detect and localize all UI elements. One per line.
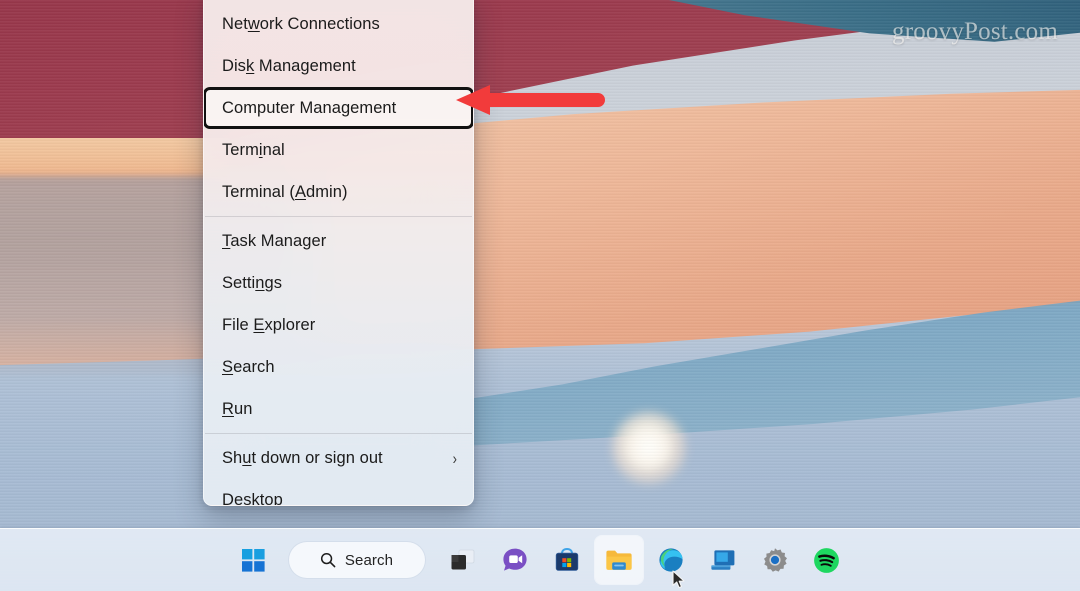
- desktop-wallpaper: [0, 0, 1080, 591]
- taskbar-items: Search: [230, 536, 851, 584]
- menu-item-label: Computer Management: [222, 98, 397, 117]
- search-icon: [320, 552, 336, 568]
- chat-button[interactable]: [491, 536, 539, 584]
- store-button[interactable]: [543, 536, 591, 584]
- menu-group-apps: Task Manager Settings File Explorer Sear…: [204, 220, 473, 430]
- menu-item-label: Network Connections: [222, 14, 380, 33]
- site-watermark: groovyPost.com: [892, 18, 1058, 45]
- task-view-button[interactable]: [439, 536, 487, 584]
- menu-item-run[interactable]: Run: [204, 388, 473, 430]
- menu-item-desktop[interactable]: Desktop: [204, 479, 473, 506]
- menu-item-label: Disk Management: [222, 56, 356, 75]
- search-box[interactable]: Search: [287, 541, 426, 579]
- menu-item-label: Shut down or sign out: [222, 448, 383, 467]
- menu-item-label: Terminal: [222, 140, 285, 159]
- menu-item-label: File Explorer: [222, 315, 316, 334]
- menu-item-disk-management[interactable]: Disk Management: [204, 45, 473, 87]
- menu-group-session: Shut down or sign out › Desktop: [204, 437, 473, 506]
- remote-desktop-button[interactable]: [699, 536, 747, 584]
- menu-item-task-manager[interactable]: Task Manager: [204, 220, 473, 262]
- menu-item-search[interactable]: Search: [204, 346, 473, 388]
- wallpaper-sun-orb-core: [628, 428, 670, 468]
- spotify-button[interactable]: [803, 536, 851, 584]
- search-label: Search: [344, 551, 394, 569]
- menu-item-shut-down-or-sign-out[interactable]: Shut down or sign out ›: [204, 437, 473, 479]
- chevron-right-icon: ›: [452, 448, 457, 468]
- file-explorer-button[interactable]: [594, 536, 643, 584]
- menu-item-label: Desktop: [222, 490, 283, 506]
- monitor-icon: [710, 550, 734, 570]
- edge-button[interactable]: [647, 536, 695, 584]
- menu-item-terminal[interactable]: Terminal: [204, 129, 473, 171]
- menu-separator: [205, 433, 472, 434]
- task-view-icon: [451, 549, 474, 570]
- menu-item-settings[interactable]: Settings: [204, 262, 473, 304]
- menu-item-label: Settings: [222, 273, 283, 292]
- menu-item-network-connections[interactable]: Network Connections: [204, 3, 473, 45]
- edge-icon: [658, 548, 683, 572]
- menu-item-computer-management[interactable]: Computer Management: [204, 87, 473, 129]
- menu-item-label: Terminal (Admin): [222, 182, 348, 201]
- spotify-icon: [814, 547, 839, 573]
- menu-separator: [205, 216, 472, 217]
- desktop-screen: groovyPost.com Network Connections Disk …: [0, 0, 1080, 591]
- chat-icon: [502, 548, 527, 571]
- taskbar: Search: [0, 528, 1080, 591]
- settings-button[interactable]: [751, 536, 799, 584]
- store-icon: [555, 547, 578, 571]
- start-button[interactable]: [230, 536, 278, 584]
- menu-item-label: Search: [222, 357, 275, 376]
- folder-icon: [605, 550, 632, 570]
- menu-item-terminal-admin[interactable]: Terminal (Admin): [204, 171, 473, 213]
- menu-item-label: Run: [222, 399, 253, 418]
- menu-item-label: Task Manager: [222, 231, 327, 250]
- windows-logo-icon: [242, 548, 265, 572]
- gear-icon: [763, 548, 787, 572]
- winx-quick-link-menu[interactable]: Network Connections Disk Management Comp…: [203, 0, 474, 506]
- menu-item-file-explorer[interactable]: File Explorer: [204, 304, 473, 346]
- menu-group-system-tools: Network Connections Disk Management Comp…: [204, 3, 473, 213]
